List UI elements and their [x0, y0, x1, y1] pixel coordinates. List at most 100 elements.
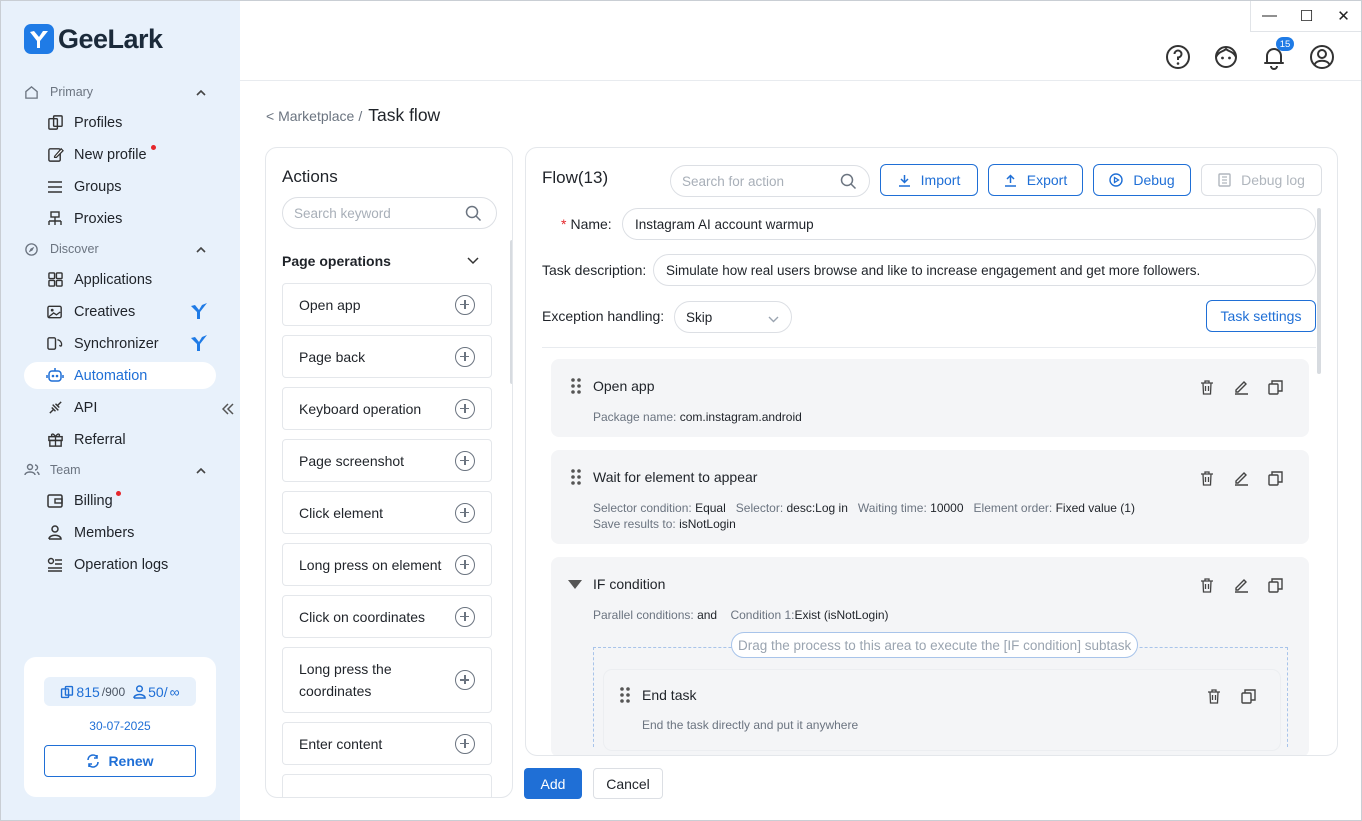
maximize-icon[interactable]: ☐	[1294, 7, 1320, 25]
import-button[interactable]: Import	[880, 164, 978, 196]
collapse-triangle-icon[interactable]	[567, 577, 583, 593]
edit-icon[interactable]	[1231, 575, 1251, 595]
drag-handle-icon[interactable]	[570, 377, 582, 398]
debug-button[interactable]: Debug	[1093, 164, 1191, 196]
action-enter-content[interactable]: Enter content	[282, 722, 492, 765]
sidebar-item-synchronizer[interactable]: Synchronizer	[24, 330, 216, 357]
sidebar-item-creatives[interactable]: Creatives	[24, 298, 216, 325]
log-icon	[46, 556, 64, 574]
action-label: Click on coordinates	[299, 608, 426, 625]
add-icon[interactable]	[455, 294, 475, 315]
add-icon[interactable]	[455, 733, 475, 754]
action-page-screenshot[interactable]: Page screenshot	[282, 439, 492, 482]
name-input[interactable]: Instagram AI account warmup	[622, 208, 1316, 240]
flow-step-open-app[interactable]: Open app Package name: com.instagram.and…	[551, 359, 1309, 437]
section-discover[interactable]: Discover	[24, 237, 216, 261]
add-button[interactable]: Add	[524, 768, 582, 799]
sidebar-item-billing[interactable]: Billing	[24, 487, 216, 514]
sidebar-item-profiles[interactable]: Profiles	[24, 109, 216, 136]
action-label: Page back	[299, 348, 366, 365]
profiles-icon	[61, 685, 74, 698]
exception-handling-select[interactable]: Skip	[674, 301, 792, 333]
app-logo[interactable]: GeeLark	[24, 24, 163, 54]
add-icon[interactable]	[455, 502, 475, 523]
sidebar-item-proxies[interactable]: Proxies	[24, 205, 216, 232]
notifications-icon[interactable]: 15	[1260, 37, 1294, 71]
flow-step-if-condition[interactable]: IF condition Parallel conditions: and Co…	[551, 557, 1309, 755]
edit-icon	[46, 146, 64, 164]
api-icon	[46, 399, 64, 417]
collapse-sidebar-icon[interactable]	[221, 402, 234, 418]
copy-icon[interactable]	[1265, 468, 1285, 488]
plan-card: 815/900 50/∞ 30-07-2025 Renew	[24, 657, 216, 797]
account-icon[interactable]	[1308, 43, 1336, 71]
add-icon[interactable]	[455, 554, 475, 575]
task-settings-button[interactable]: Task settings	[1206, 300, 1316, 332]
renew-label: Renew	[108, 753, 154, 769]
debug-label: Debug	[1133, 172, 1175, 188]
sidebar-item-label: Synchronizer	[74, 335, 159, 352]
add-icon[interactable]	[455, 346, 475, 367]
sidebar-item-automation[interactable]: Automation	[24, 362, 216, 389]
sidebar-item-label: Creatives	[74, 303, 136, 320]
task-description-input[interactable]: Simulate how real users browse and like …	[653, 254, 1316, 286]
flow-step-wait-element[interactable]: Wait for element to appear Selector cond…	[551, 450, 1309, 544]
debug-log-button[interactable]: Debug log	[1201, 164, 1322, 196]
close-icon[interactable]: ✕	[1331, 7, 1357, 25]
action-open-app[interactable]: Open app	[282, 283, 492, 326]
sidebar-item-operation-logs[interactable]: Operation logs	[24, 551, 216, 578]
flow-step-end-task[interactable]: End task End the task directly and put i…	[604, 670, 1280, 750]
sidebar-item-label: Proxies	[74, 210, 123, 227]
sidebar-item-referral[interactable]: Referral	[24, 426, 216, 453]
name-label: * Name:	[561, 216, 612, 232]
group-page-operations[interactable]: Page operations	[282, 253, 479, 269]
step-title: Open app	[593, 378, 655, 394]
drag-handle-icon[interactable]	[619, 686, 631, 707]
cancel-button[interactable]: Cancel	[593, 768, 663, 799]
sidebar-item-members[interactable]: Members	[24, 519, 216, 546]
breadcrumb: < Marketplace / Task flow	[266, 105, 440, 126]
export-label: Export	[1026, 172, 1068, 188]
action-search-input[interactable]: Search keyword	[282, 197, 497, 229]
exception-handling-label: Exception handling:	[542, 308, 665, 324]
delete-icon[interactable]	[1197, 468, 1217, 488]
action-keyboard-operation[interactable]: Keyboard operation	[282, 387, 492, 430]
add-icon[interactable]	[455, 670, 475, 690]
scrollbar[interactable]	[1317, 208, 1321, 374]
add-icon[interactable]	[455, 606, 475, 627]
help-icon[interactable]	[1164, 43, 1192, 71]
edit-icon[interactable]	[1231, 377, 1251, 397]
delete-icon[interactable]	[1197, 575, 1217, 595]
scrollbar[interactable]	[510, 240, 512, 384]
sidebar-item-api[interactable]: API	[24, 394, 216, 421]
breadcrumb-marketplace[interactable]: < Marketplace	[266, 108, 354, 124]
flow-search-input[interactable]: Search for action	[670, 165, 870, 197]
section-team[interactable]: Team	[24, 458, 216, 482]
renew-button[interactable]: Renew	[44, 745, 196, 777]
add-icon[interactable]	[455, 450, 475, 471]
sidebar-item-new-profile[interactable]: New profile	[24, 141, 216, 168]
delete-icon[interactable]	[1204, 686, 1224, 706]
action-click-coordinates[interactable]: Click on coordinates	[282, 595, 492, 638]
action-long-press-element[interactable]: Long press on element	[282, 543, 492, 586]
action-click-element[interactable]: Click element	[282, 491, 492, 534]
sidebar-item-applications[interactable]: Applications	[24, 266, 216, 293]
copy-icon[interactable]	[1265, 377, 1285, 397]
action-more[interactable]	[282, 774, 492, 797]
support-icon[interactable]	[1212, 43, 1240, 71]
sidebar-item-label: Members	[74, 524, 135, 541]
delete-icon[interactable]	[1197, 377, 1217, 397]
copy-icon[interactable]	[1238, 686, 1258, 706]
sidebar-item-groups[interactable]: Groups	[24, 173, 216, 200]
minimize-icon[interactable]: —	[1257, 7, 1283, 24]
export-button[interactable]: Export	[988, 164, 1083, 196]
action-page-back[interactable]: Page back	[282, 335, 492, 378]
drag-handle-icon[interactable]	[570, 468, 582, 489]
page-title: Task flow	[368, 105, 441, 125]
copy-icon[interactable]	[1265, 575, 1285, 595]
add-icon[interactable]	[455, 398, 475, 419]
edit-icon[interactable]	[1231, 468, 1251, 488]
section-primary[interactable]: Primary	[24, 80, 216, 104]
section-label: Discover	[50, 242, 99, 256]
action-long-press-coordinates[interactable]: Long press the coordinates	[282, 647, 492, 713]
